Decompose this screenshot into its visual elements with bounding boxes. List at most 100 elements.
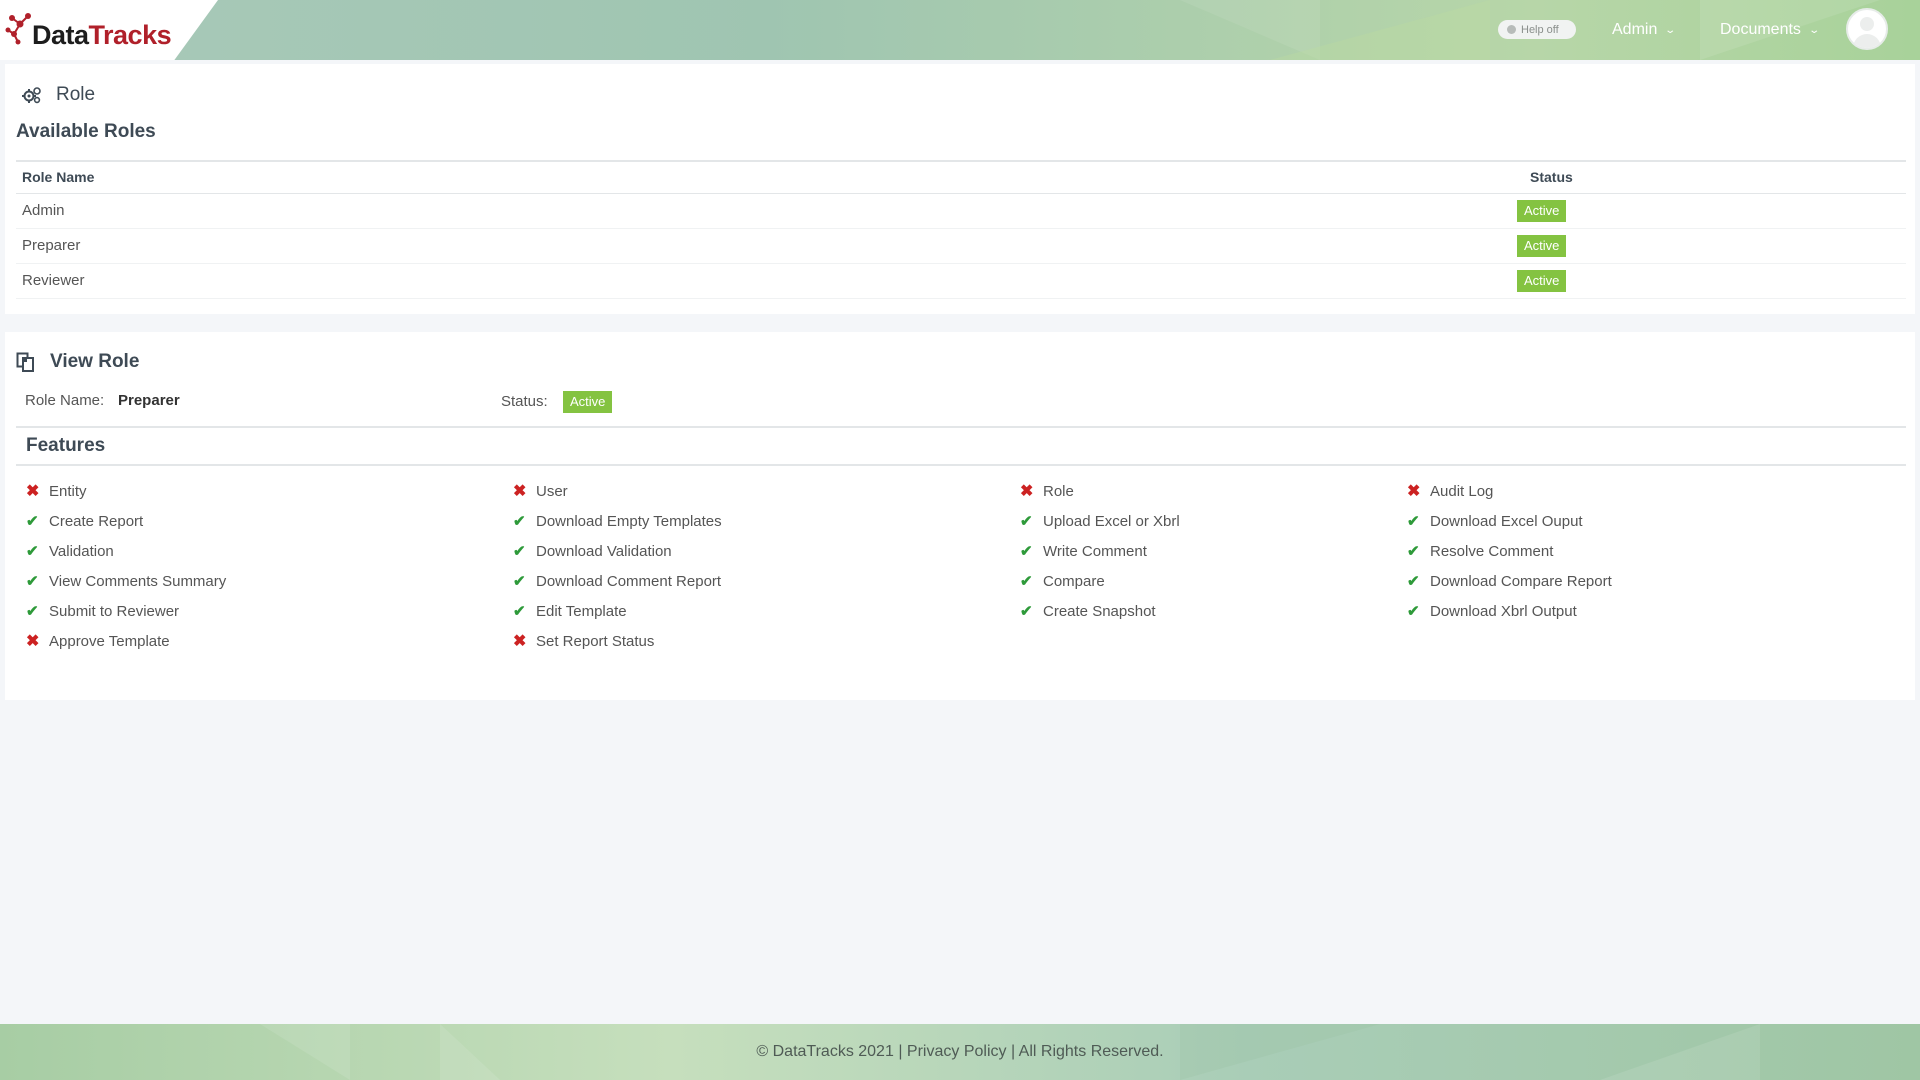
role-name-value: Preparer	[118, 392, 180, 409]
role-panel-header: Role	[22, 84, 95, 106]
feature-label: Edit Template	[536, 602, 627, 620]
feature-label: Download Compare Report	[1430, 572, 1612, 590]
feature-label: Write Comment	[1043, 542, 1147, 560]
check-icon: ✔	[1407, 513, 1420, 530]
check-icon: ✔	[513, 513, 526, 530]
feature-label: Download Empty Templates	[536, 512, 722, 530]
feature-item: ✔ Download Compare Report	[1390, 570, 1612, 592]
rights-text: All Rights Reserved.	[1018, 1043, 1164, 1060]
feature-item: ✖ Audit Log	[1390, 480, 1493, 502]
datatracks-logo[interactable]: DataTracks	[4, 6, 172, 54]
status-badge: Active	[1517, 199, 1567, 222]
check-icon: ✔	[1407, 603, 1420, 620]
feature-label: Submit to Reviewer	[49, 602, 180, 620]
feature-item: ✖ Role	[1003, 480, 1074, 502]
feature-item: ✔ Validation	[9, 540, 114, 562]
check-icon: ✔	[513, 573, 526, 590]
documents-menu[interactable]: Documents ⌄	[1720, 18, 1820, 42]
feature-item: ✔ Download Empty Templates	[496, 510, 722, 532]
feature-label: User	[536, 482, 568, 500]
cross-icon: ✖	[513, 633, 527, 650]
table-header-row: Role Name Status	[16, 160, 1906, 194]
check-icon: ✔	[1020, 603, 1033, 620]
roles-table: Role Name Status Admin Active Preparer A…	[16, 160, 1906, 299]
table-row[interactable]: Reviewer Active	[16, 263, 1906, 299]
admin-menu[interactable]: Admin ⌄	[1612, 18, 1676, 42]
feature-item: ✔ Upload Excel or Xbrl	[1003, 510, 1180, 532]
help-toggle-label: Help off	[1521, 23, 1559, 36]
copyright-text: © DataTracks 2021	[756, 1043, 894, 1060]
feature-label: Download Validation	[536, 542, 672, 560]
feature-item: ✖ Set Report Status	[496, 630, 654, 652]
status-badge: Active	[563, 391, 613, 413]
status-badge: Active	[1517, 234, 1567, 257]
check-icon: ✔	[513, 603, 526, 620]
gears-icon	[22, 87, 41, 104]
check-icon: ✔	[1020, 573, 1033, 590]
view-role-title: View Role	[50, 351, 140, 372]
chevron-down-icon: ⌄	[1808, 24, 1820, 36]
table-row[interactable]: Admin Active	[16, 193, 1906, 229]
privacy-policy-link[interactable]: Privacy Policy	[907, 1043, 1007, 1060]
feature-item: ✔ Create Snapshot	[1003, 600, 1156, 622]
feature-item: ✖ Approve Template	[9, 630, 170, 652]
feature-item: ✖ User	[496, 480, 568, 502]
feature-item: ✔ Download Comment Report	[496, 570, 721, 592]
feature-label: View Comments Summary	[49, 572, 227, 590]
role-name-cell[interactable]: Admin	[16, 193, 1516, 229]
status-cell: Active	[1516, 263, 1906, 299]
column-header-status[interactable]: Status	[1516, 160, 1906, 194]
check-icon: ✔	[26, 513, 39, 530]
logo-area: DataTracks	[0, 0, 218, 60]
feature-label: Create Snapshot	[1043, 602, 1156, 620]
check-icon: ✔	[1020, 543, 1033, 560]
check-icon: ✔	[26, 543, 39, 560]
feature-item: ✔ Edit Template	[496, 600, 627, 622]
cross-icon: ✖	[1407, 483, 1421, 500]
status-cell: Active	[1516, 228, 1906, 264]
admin-menu-label: Admin	[1612, 21, 1658, 38]
features-list: ✖ Entity ✔ Create Report ✔ Validation ✔ View Co…	[5, 480, 1915, 680]
feature-label: Audit Log	[1430, 482, 1494, 500]
features-heading: Features	[26, 435, 106, 456]
role-name-cell[interactable]: Preparer	[16, 228, 1516, 264]
feature-label: Compare	[1043, 572, 1105, 590]
logo-text: DataTracks	[32, 20, 172, 51]
features-header: Features	[16, 426, 1906, 466]
feature-label: Approve Template	[49, 632, 170, 650]
check-icon: ✔	[513, 543, 526, 560]
table-row[interactable]: Preparer Active	[16, 228, 1906, 264]
feature-item: ✔ Create Report	[9, 510, 143, 532]
toggle-knob-icon	[1507, 25, 1516, 34]
avatar-body	[1853, 34, 1881, 48]
feature-label: Validation	[49, 542, 114, 560]
feature-item: ✔ Submit to Reviewer	[9, 600, 179, 622]
column-header-role-name[interactable]: Role Name	[16, 160, 1516, 194]
molecule-logo-icon	[5, 13, 31, 45]
available-roles-heading: Available Roles	[16, 121, 156, 142]
user-avatar-icon[interactable]	[1846, 8, 1888, 50]
help-toggle[interactable]: Help off	[1498, 20, 1576, 39]
check-icon: ✔	[1407, 543, 1420, 560]
view-role-header: View Role	[16, 351, 139, 373]
feature-item: ✔ Compare	[1003, 570, 1105, 592]
header-decoration	[1270, 0, 1490, 60]
footer-separator: |	[898, 1043, 903, 1060]
feature-item: ✔ Download Validation	[496, 540, 672, 562]
feature-item: ✖ Entity	[9, 480, 87, 502]
role-name-cell[interactable]: Reviewer	[16, 263, 1516, 299]
check-icon: ✔	[26, 573, 39, 590]
status-badge: Active	[1517, 269, 1567, 292]
footer: © DataTracks 2021 | Privacy Policy | All…	[0, 1024, 1920, 1080]
check-icon: ✔	[1020, 513, 1033, 530]
status-label: Status:	[501, 393, 548, 410]
feature-label: Role	[1043, 482, 1074, 500]
cross-icon: ✖	[26, 483, 40, 500]
feature-item: ✔ Download Excel Ouput	[1390, 510, 1583, 532]
footer-separator: |	[1010, 1043, 1016, 1060]
feature-label: Download Xbrl Output	[1430, 602, 1577, 620]
feature-item: ✔ View Comments Summary	[9, 570, 226, 592]
feature-label: Entity	[49, 482, 87, 500]
feature-label: Create Report	[49, 512, 144, 530]
footer-text: © DataTracks 2021 | Privacy Policy | All…	[0, 1043, 1920, 1061]
